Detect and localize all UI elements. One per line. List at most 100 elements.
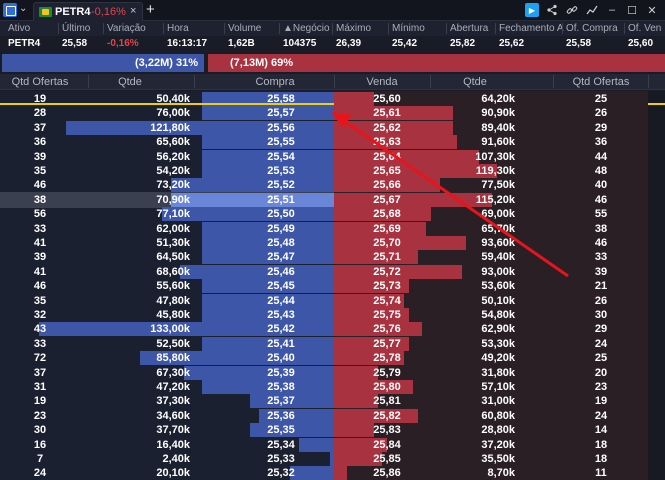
ask-offers-cell: 29: [594, 121, 608, 134]
quote-header-cell[interactable]: Máximo: [336, 23, 371, 34]
column-separator: [648, 75, 649, 88]
ask-offers-cell: 26: [594, 107, 608, 120]
chart-icon[interactable]: [585, 3, 599, 17]
bid-offers-cell: 35: [33, 294, 47, 307]
column-separator: [103, 23, 104, 34]
column-separator: [553, 75, 554, 88]
bid-quantity-cell: 121,80k: [150, 121, 190, 134]
tab-close-icon[interactable]: ×: [130, 5, 136, 17]
last-price-marker-right: [648, 103, 665, 105]
ask-offers-cell: 26: [594, 294, 608, 307]
quote-header-cell[interactable]: Of. Compra: [566, 23, 618, 34]
book-header-cell[interactable]: Compra: [220, 76, 330, 88]
bid-quantity-cell: 54,20k: [156, 165, 190, 177]
bid-offers-cell: 46: [33, 280, 47, 293]
bid-offers-cell: 39: [33, 251, 47, 264]
add-tab-button[interactable]: +: [146, 1, 155, 18]
quote-header-cell[interactable]: Mínimo: [392, 23, 425, 34]
ask-offers-cell: 21: [594, 280, 608, 293]
quote-value-cell: -0,16%: [107, 38, 139, 49]
ask-offers-cell: 25: [594, 352, 608, 365]
bid-quantity-cell: 68,60k: [156, 265, 190, 278]
quote-header-cell[interactable]: Último: [62, 23, 90, 34]
bid-quantity-cell: 76,00k: [156, 107, 190, 120]
order-book-row[interactable]: 24 20,10k 25,32 25,86 8,70k 11: [0, 465, 665, 480]
book-header-cell[interactable]: Qtd Ofertas: [555, 76, 647, 88]
quote-header-cell[interactable]: Variação: [107, 23, 146, 34]
bid-quantity-cell: 67,30k: [156, 366, 190, 379]
bid-quantity-cell: 64,50k: [156, 251, 190, 264]
maximize-icon[interactable]: ☐: [625, 3, 639, 17]
quote-header-cell[interactable]: Ativo: [8, 23, 30, 34]
bid-offers-cell: 24: [33, 467, 47, 480]
column-separator: [88, 75, 89, 88]
column-separator: [194, 75, 195, 88]
window-controls: ▶ – ☐ ✕: [525, 3, 665, 17]
sell-pressure-label: (7,13M) 69%: [230, 57, 293, 69]
ask-quantity-cell: 69,00k: [481, 208, 515, 221]
close-icon[interactable]: ✕: [645, 3, 659, 17]
bid-quantity-cell: 85,80k: [156, 352, 190, 365]
bid-offers-cell: 30: [33, 424, 47, 437]
vertical-scrollbar[interactable]: [648, 91, 665, 480]
column-separator: [334, 75, 335, 88]
book-header-cell[interactable]: Qtd Ofertas: [0, 76, 80, 88]
quote-header: Ativo Último Variação Hora Volume ▲Negócio Máx…: [0, 21, 665, 36]
order-book: 19 50,40k 25,58 25,60 64,20k 25 28 76,00k 25,57 2…: [0, 91, 665, 480]
ask-offers-cell: 40: [594, 179, 608, 192]
bid-quantity-cell: 37,30k: [156, 395, 190, 408]
ask-quantity-cell: 31,80k: [481, 366, 515, 379]
quote-header-cell[interactable]: Fechamento A: [499, 23, 563, 34]
link-icon[interactable]: [565, 3, 579, 17]
book-header-cell[interactable]: Qtde: [100, 76, 160, 88]
bid-offers-cell: 23: [33, 409, 47, 422]
bid-quantity-cell: 47,20k: [156, 381, 190, 393]
quote-header-cell[interactable]: Volume: [228, 23, 261, 34]
bid-offers-cell: 41: [33, 265, 47, 278]
column-separator: [58, 23, 59, 34]
ask-quantity-cell: 77,50k: [481, 179, 515, 192]
book-header-cell[interactable]: Venda: [334, 76, 430, 88]
ask-quantity-cell: 89,40k: [481, 121, 515, 134]
ask-offers-cell: 46: [594, 193, 608, 206]
book-header-cell[interactable]: Qtde: [440, 76, 510, 88]
ask-offers-cell: 14: [594, 424, 608, 437]
ask-offers-cell: 48: [594, 165, 608, 177]
bid-offers-cell: 31: [33, 381, 47, 393]
quote-header-cell[interactable]: Of. Ven: [628, 23, 661, 34]
quote-header-cell[interactable]: ▲Negócio: [283, 23, 330, 34]
play-icon[interactable]: ▶: [525, 3, 539, 17]
chevron-down-icon[interactable]: ⌄: [19, 3, 27, 14]
ask-quantity-cell: 35,50k: [481, 453, 515, 465]
sell-pressure-bar: (7,13M) 69%: [208, 54, 665, 72]
ask-quantity-cell: 53,30k: [481, 337, 515, 350]
bid-offers-cell: 43: [33, 323, 47, 336]
ask-quantity-cell: 65,70k: [481, 222, 515, 235]
minimize-icon[interactable]: –: [605, 3, 619, 17]
bid-quantity-cell: 70,90k: [156, 193, 190, 206]
bid-quantity-cell: 2,40k: [162, 453, 190, 465]
share-icon[interactable]: [545, 3, 559, 17]
app-logo-icon[interactable]: [3, 3, 17, 17]
bid-offers-cell: 39: [33, 150, 47, 163]
bid-offers-cell: 72: [33, 352, 47, 365]
ask-quantity-cell: 115,20k: [475, 193, 515, 206]
column-separator: [495, 23, 496, 34]
bid-quantity-cell: 73,20k: [156, 179, 190, 192]
bid-offers-cell: 41: [33, 237, 47, 249]
ask-offers-cell: 23: [594, 381, 608, 393]
bid-quantity-cell: 52,50k: [156, 337, 190, 350]
quote-header-cell[interactable]: Hora: [167, 23, 189, 34]
ask-quantity-cell: 90,90k: [481, 107, 515, 120]
buy-pressure-bar: (3,22M) 31%: [2, 54, 204, 72]
bid-offers-cell: 7: [36, 453, 44, 465]
ask-offers-cell: 20: [594, 366, 608, 379]
ask-offers-cell: 11: [595, 467, 607, 480]
pressure-bar: (3,22M) 31% (7,13M) 69%: [0, 51, 665, 73]
ask-offers-cell: 19: [594, 395, 608, 408]
quote-header-cell[interactable]: Abertura: [450, 23, 488, 34]
bid-quantity-cell: 55,60k: [156, 280, 190, 293]
ask-quantity-cell: 93,00k: [481, 265, 515, 278]
ask-quantity-cell: 50,10k: [481, 294, 515, 307]
tab-petr4[interactable]: PETR4 -0,16% ×: [33, 2, 143, 21]
